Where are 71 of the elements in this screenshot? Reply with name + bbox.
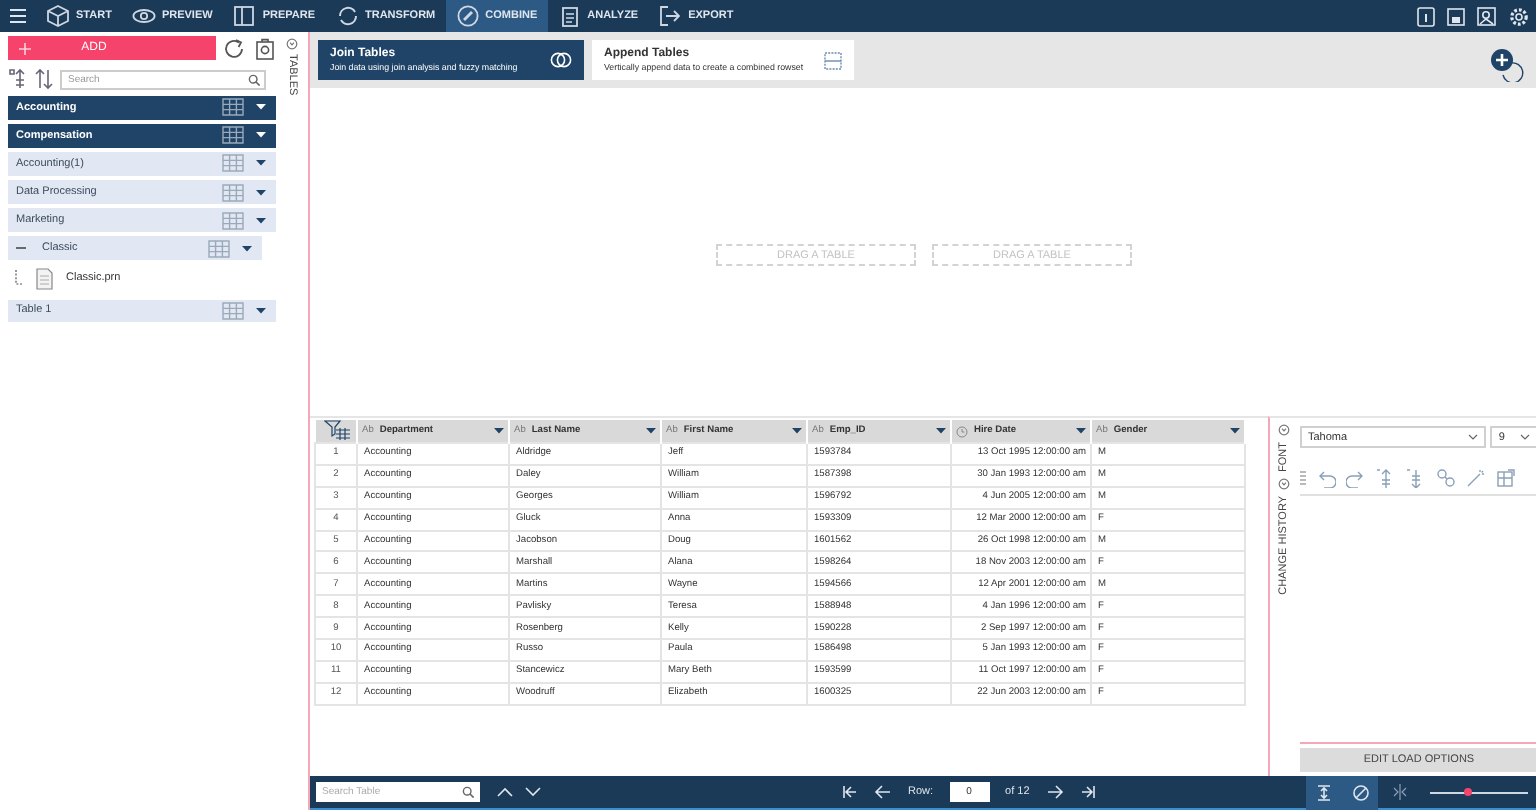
panel-icon (232, 4, 257, 28)
collapse-icon[interactable] (16, 244, 26, 253)
clock-icon (956, 425, 968, 437)
file-icon (36, 267, 54, 290)
grid-icon (222, 183, 244, 202)
info-icon (1416, 5, 1436, 27)
grid-icon (222, 126, 244, 145)
search-icon (462, 786, 474, 798)
link-icon[interactable] (1436, 468, 1456, 488)
no-format-button[interactable] (1342, 775, 1378, 809)
collapse-circle-icon[interactable] (286, 38, 298, 50)
export-icon (658, 4, 683, 28)
caret-icon (256, 189, 266, 196)
refresh-icon[interactable] (224, 37, 246, 59)
caret-icon[interactable] (1076, 428, 1086, 434)
chevron-up-icon[interactable] (496, 786, 514, 798)
menu-icon (8, 6, 28, 26)
tree-icon[interactable] (8, 68, 28, 90)
grid-icon (208, 239, 230, 258)
caret-icon (256, 307, 266, 314)
grid-icon (222, 98, 244, 117)
caret-icon (256, 160, 266, 167)
fit-height-icon (1316, 783, 1332, 801)
wand-icon[interactable] (1466, 468, 1486, 488)
grid-icon (222, 301, 244, 320)
first-page-icon[interactable] (842, 784, 858, 800)
combine-icon (455, 4, 480, 28)
arrow-right-icon[interactable] (1045, 784, 1064, 800)
fit-height-button[interactable] (1306, 775, 1342, 809)
undo-icon[interactable] (1316, 468, 1336, 488)
tree-up-icon[interactable] (1376, 468, 1396, 488)
chevron-down-icon (1468, 434, 1479, 440)
stack-icon (824, 51, 842, 69)
slash-circle-icon (1351, 783, 1369, 801)
chevron-down-icon (1520, 434, 1530, 440)
caret-icon[interactable] (494, 428, 504, 434)
eye-icon (131, 4, 156, 28)
image-icon (1476, 5, 1498, 27)
caret-icon (256, 132, 266, 139)
collapse-circle-icon[interactable] (1277, 477, 1289, 490)
caret-icon (242, 245, 252, 252)
cycle-icon (335, 4, 359, 28)
slider-thumb[interactable] (1463, 787, 1472, 795)
caret-icon (256, 217, 266, 224)
caret-icon[interactable] (936, 428, 946, 434)
filter-grid-icon[interactable] (323, 420, 351, 442)
save-icon (1446, 5, 1466, 27)
search-icon (248, 73, 260, 85)
last-page-icon[interactable] (1079, 784, 1096, 800)
caret-icon (256, 104, 266, 111)
arrow-left-icon[interactable] (874, 784, 892, 800)
overlap-icon (550, 52, 572, 68)
grip-icon (1300, 470, 1306, 486)
column-width-icon[interactable] (1392, 784, 1408, 800)
cube-icon (46, 4, 70, 28)
chevron-down-icon[interactable] (524, 786, 542, 798)
clipboard-icon (557, 4, 582, 28)
add-node-icon[interactable] (1490, 47, 1524, 81)
tree-down-icon[interactable] (1406, 468, 1426, 488)
collapse-circle-icon[interactable] (1277, 424, 1289, 436)
caret-icon[interactable] (792, 428, 802, 434)
tree-branch-icon (14, 270, 24, 287)
plus-icon (18, 41, 32, 55)
caret-icon[interactable] (646, 428, 656, 434)
settings-icon (1508, 5, 1530, 27)
sort-icon[interactable] (34, 68, 54, 90)
grid-icon (222, 211, 244, 230)
redo-icon[interactable] (1346, 468, 1366, 488)
caret-icon[interactable] (1230, 428, 1240, 434)
grid-icon (222, 154, 244, 173)
table-settings-icon[interactable] (254, 37, 276, 59)
